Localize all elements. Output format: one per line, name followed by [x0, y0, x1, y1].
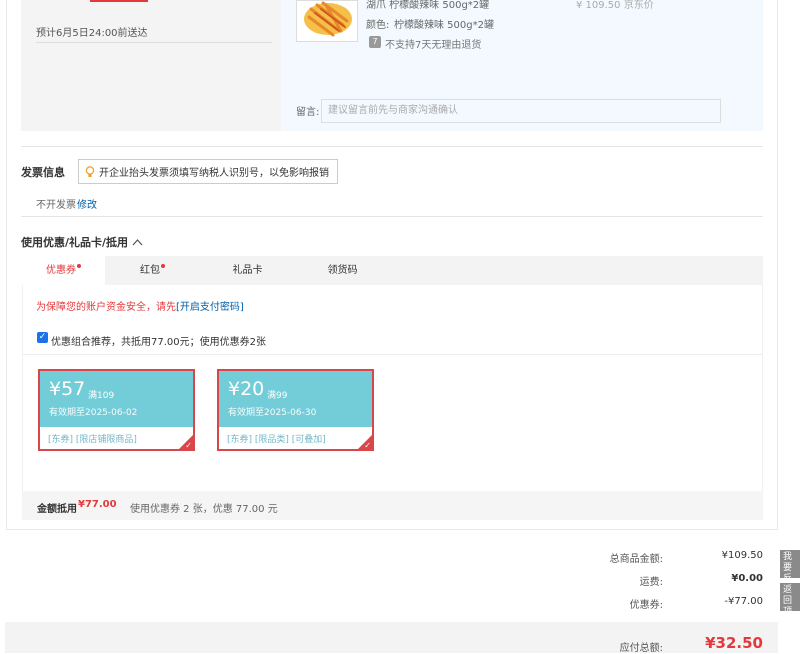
note-label: 留言:	[296, 107, 320, 118]
check-icon: ✓	[364, 441, 371, 450]
freight-value: ¥0.00	[731, 573, 763, 584]
product-image[interactable]	[296, 0, 358, 42]
back-to-top-button[interactable]: 返回顶部	[780, 583, 800, 611]
invoice-edit-link[interactable]: 修改	[77, 196, 97, 211]
coupon-tags: [东券] [限店铺限商品]	[48, 435, 137, 445]
tab-gift-card[interactable]: 礼品卡	[200, 256, 295, 285]
product-name[interactable]: 湖爪 柠檬酸辣味 500g*2罐	[366, 0, 489, 11]
freight-label: 运费:	[639, 577, 663, 588]
new-dot	[161, 264, 165, 268]
combo-text: 优惠组合推荐，共抵用77.00元；使用优惠券2张	[51, 337, 266, 348]
combo-checkbox[interactable]: ✓	[37, 332, 48, 343]
chevron-up-icon	[132, 236, 143, 249]
coupon-discount-value: -¥77.00	[724, 596, 763, 607]
tab-redeem-code-label: 领货码	[327, 265, 358, 276]
coupon-amount: ¥57	[49, 378, 86, 400]
discount-section-toggle[interactable]: 使用优惠/礼品卡/抵用	[21, 234, 143, 250]
coupon-amount: ¥20	[228, 378, 265, 400]
tab-gift-card-label: 礼品卡	[232, 265, 263, 276]
enable-pay-password-link[interactable]: [开启支付密码]	[176, 302, 244, 313]
coupon-validity: 有效期至2025-06-30	[228, 408, 317, 418]
divider	[21, 146, 763, 147]
no-return-text: 不支持7天无理由退货	[385, 40, 482, 51]
divider	[22, 354, 763, 355]
divider	[21, 216, 763, 217]
tab-redeem-code[interactable]: 领货码	[295, 256, 390, 285]
security-warning-text: 为保障您的账户资金安全，请先	[36, 302, 176, 313]
selected-shipping-strip	[90, 0, 148, 2]
product-price: ¥ 109.50 京东价	[576, 0, 654, 11]
new-dot	[77, 264, 81, 268]
coupon-face: ¥57 满109 有效期至2025-06-02	[40, 371, 193, 427]
divider	[36, 42, 272, 43]
invoice-tip: 开企业抬头发票须填写纳税人识别号，以免影响报销	[78, 159, 338, 184]
product-color-label: 颜色:	[366, 20, 390, 31]
invoice-tip-text: 开企业抬头发票须填写纳税人识别号，以免影响报销	[99, 168, 329, 179]
coupon-condition: 满99	[267, 391, 288, 401]
coupon-discount-label: 优惠券:	[629, 600, 663, 611]
tab-coupon-label: 优惠券	[46, 265, 76, 276]
tab-red-packet-label: 红包	[140, 265, 160, 276]
check-icon: ✓	[185, 441, 192, 450]
invoice-status: 不开发票	[36, 200, 76, 211]
coupon-tags: [东券] [限品类] [可叠加]	[227, 435, 326, 445]
feedback-button[interactable]: 我要反馈	[780, 550, 800, 578]
note-input[interactable]: 建议留言前先与商家沟通确认	[321, 99, 721, 123]
security-warning: 为保障您的账户资金安全，请先[开启支付密码]	[36, 298, 244, 313]
coupon-card[interactable]: ¥57 满109 有效期至2025-06-02 [东券] [限店铺限商品] ✓	[38, 369, 195, 451]
delivery-estimate: 预计6月5日24:00前送达	[36, 28, 148, 39]
goods-total-value: ¥109.50	[721, 550, 763, 561]
deduction-amount: ¥77.00	[78, 499, 117, 510]
coupon-condition: 满109	[88, 391, 115, 401]
coupon-face: ¥20 满99 有效期至2025-06-30	[219, 371, 372, 427]
deduction-label: 金额抵用	[37, 504, 77, 515]
coupon-validity: 有效期至2025-06-02	[49, 408, 138, 418]
tab-red-packet[interactable]: 红包	[105, 256, 200, 285]
goods-total-label: 总商品金额:	[609, 554, 663, 565]
payable-label: 应付总额:	[619, 643, 663, 654]
product-color-value: 柠檬酸辣味 500g*2罐	[394, 20, 494, 31]
discount-section-title: 使用优惠/礼品卡/抵用	[21, 236, 129, 249]
no-return-icon: 7	[369, 36, 381, 48]
invoice-title: 发票信息	[21, 166, 65, 179]
coupon-card[interactable]: ¥20 满99 有效期至2025-06-30 [东券] [限品类] [可叠加] …	[217, 369, 374, 451]
tab-coupon[interactable]: 优惠券	[22, 256, 105, 285]
deduction-description: 使用优惠券 2 张，优惠 77.00 元	[130, 504, 278, 515]
lightbulb-icon	[85, 165, 95, 178]
payable-value: ¥32.50	[705, 634, 763, 652]
